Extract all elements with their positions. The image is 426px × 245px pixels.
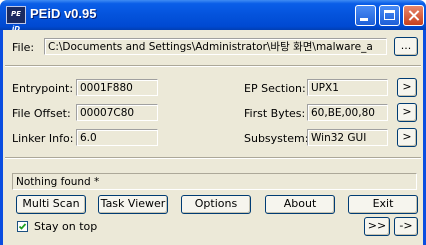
window-title: PEiD v0.95: [30, 6, 97, 21]
next-button[interactable]: >>: [364, 217, 390, 236]
exit-button[interactable]: Exit: [348, 195, 418, 214]
browse-button[interactable]: ...: [394, 37, 418, 56]
subsystem-more-button[interactable]: >: [397, 128, 417, 147]
stay-on-top-label[interactable]: Stay on top: [34, 220, 97, 233]
arrow-button[interactable]: ->: [394, 217, 418, 236]
options-button[interactable]: Options: [181, 195, 251, 214]
maximize-button[interactable]: [379, 5, 400, 26]
entrypoint-label: Entrypoint:: [12, 82, 74, 95]
multi-scan-button[interactable]: Multi Scan: [16, 195, 86, 214]
separator-top: [5, 65, 421, 67]
first-bytes-field[interactable]: 60,BE,00,80: [307, 104, 388, 121]
separator-middle: [5, 157, 421, 159]
stay-on-top-checkbox[interactable]: [17, 221, 28, 232]
main-panel: File: C:\Documents and Settings\Administ…: [3, 30, 423, 245]
ep-section-label: EP Section:: [244, 82, 306, 95]
file-path-field[interactable]: C:\Documents and Settings\Administrator\…: [44, 38, 387, 55]
first-bytes-label: First Bytes:: [244, 107, 306, 120]
title-bar[interactable]: PE iD PEiD v0.95: [0, 0, 426, 33]
subsystem-label: Subsystem:: [244, 132, 309, 145]
ep-section-more-button[interactable]: >: [397, 78, 417, 97]
close-button[interactable]: [403, 5, 424, 26]
file-label: File:: [12, 41, 35, 54]
minimize-button[interactable]: [355, 5, 376, 26]
peid-app-icon: PE iD: [6, 6, 26, 33]
scan-result-status: Nothing found *: [12, 173, 417, 190]
entrypoint-field[interactable]: 0001F880: [76, 79, 158, 96]
linker-info-label: Linker Info:: [12, 132, 74, 145]
ep-section-field[interactable]: UPX1: [307, 79, 388, 96]
task-viewer-button[interactable]: Task Viewer: [98, 195, 168, 214]
linker-info-field[interactable]: 6.0: [76, 129, 158, 146]
file-offset-label: File Offset:: [12, 107, 71, 120]
peid-window: PE iD PEiD v0.95 File: C:\Documents and …: [0, 0, 426, 245]
file-offset-field[interactable]: 00007C80: [76, 104, 158, 121]
about-button[interactable]: About: [265, 195, 335, 214]
first-bytes-more-button[interactable]: >: [397, 103, 417, 122]
checkmark-icon: [18, 223, 27, 230]
subsystem-field[interactable]: Win32 GUI: [307, 129, 388, 146]
